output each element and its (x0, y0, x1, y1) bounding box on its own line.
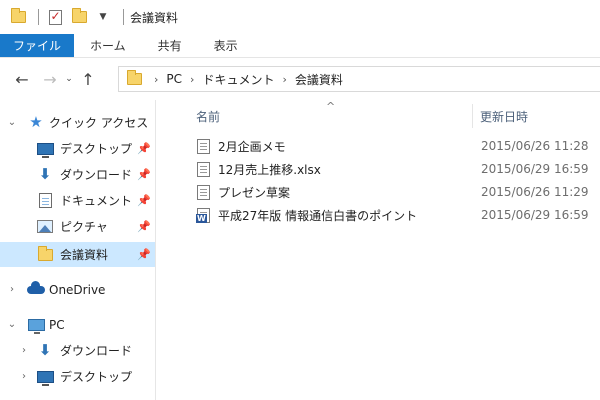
toolbar-separator (38, 9, 39, 25)
sidebar-item-label: ドキュメント (60, 194, 133, 208)
sidebar-item-onedrive[interactable]: › OneDrive (0, 277, 155, 302)
column-divider[interactable] (472, 104, 473, 128)
file-modified-date: 2015/06/29 16:59 (481, 208, 589, 222)
sidebar-item-label: クイック アクセス (49, 116, 149, 130)
file-name: 2月企画メモ (218, 139, 286, 154)
file-modified-date: 2015/06/26 11:29 (481, 185, 589, 199)
file-name: 平成27年版 情報通信白書のポイント (218, 208, 418, 223)
tab-home[interactable]: ホーム (74, 34, 142, 57)
text-file-icon (197, 184, 210, 200)
pin-icon[interactable]: 📌 (137, 168, 151, 181)
chevron-right-icon[interactable]: › (154, 73, 158, 86)
chevron-down-icon[interactable]: ⌄ (6, 319, 18, 330)
breadcrumb-current-folder[interactable]: 会議資料 (295, 71, 343, 88)
navigation-pane: ⌄ ★ クイック アクセス デスクトップ 📌 ⬇ ダウンロード 📌 ドキュメント… (0, 100, 156, 400)
file-row[interactable]: 平成27年版 情報通信白書のポイント 2015/06/29 16:59 (193, 204, 600, 226)
text-file-icon (197, 138, 210, 154)
file-row[interactable]: 2月企画メモ 2015/06/26 11:28 (193, 135, 600, 157)
sidebar-item-pictures[interactable]: ピクチャ 📌 (0, 214, 155, 239)
sidebar-item-label: ダウンロード (60, 344, 133, 358)
chevron-down-icon[interactable]: ⌄ (6, 117, 18, 128)
folder-icon (8, 7, 28, 27)
desktop-icon (36, 369, 54, 386)
sidebar-item-label: ダウンロード (60, 168, 133, 182)
chevron-right-icon[interactable]: › (282, 73, 286, 86)
tab-view[interactable]: 表示 (198, 34, 254, 57)
sidebar-item-pc-downloads[interactable]: › ⬇ ダウンロード (0, 338, 155, 363)
title-bar: ▼ 会議資料 (0, 0, 600, 34)
column-header-modified[interactable]: 更新日時 (480, 108, 528, 125)
ribbon-tabs: ファイル ホーム 共有 表示 (0, 34, 600, 58)
text-file-icon (197, 161, 210, 177)
tab-file[interactable]: ファイル (0, 34, 75, 57)
sidebar-item-label: PC (49, 317, 65, 332)
file-list: ^ 名前 更新日時 2月企画メモ 2015/06/26 11:28 12月売上推… (156, 100, 600, 400)
file-name: 12月売上推移.xlsx (218, 162, 321, 177)
file-modified-date: 2015/06/29 16:59 (481, 162, 589, 176)
pc-icon (27, 317, 45, 334)
sidebar-item-desktop[interactable]: デスクトップ 📌 (0, 136, 155, 161)
window-title: 会議資料 (130, 10, 179, 25)
forward-arrow-icon[interactable]: → (38, 67, 62, 91)
back-arrow-icon[interactable]: ← (10, 67, 34, 91)
tab-share[interactable]: 共有 (142, 34, 198, 57)
navigation-bar: ← → ⌄ ↑ › PC › ドキュメント › 会議資料 (0, 58, 600, 100)
sidebar-item-pc-desktop[interactable]: › デスクトップ (0, 364, 155, 389)
title-separator (123, 9, 124, 25)
sidebar-item-meeting-folder[interactable]: 会議資料 📌 (0, 242, 155, 267)
file-row[interactable]: 12月売上推移.xlsx 2015/06/29 16:59 (193, 158, 600, 180)
download-icon: ⬇ (38, 341, 52, 359)
star-icon: ★ (29, 113, 43, 131)
chevron-right-icon[interactable]: › (18, 345, 30, 356)
chevron-right-icon[interactable]: › (18, 371, 30, 382)
chevron-right-icon[interactable]: › (190, 73, 194, 86)
word-file-icon (196, 207, 210, 223)
file-modified-date: 2015/06/26 11:28 (481, 139, 589, 153)
onedrive-icon (27, 280, 45, 298)
recent-locations-icon[interactable]: ⌄ (62, 67, 76, 91)
address-bar[interactable]: › PC › ドキュメント › 会議資料 (118, 66, 600, 92)
sidebar-item-documents[interactable]: ドキュメント 📌 (0, 188, 155, 213)
pin-icon[interactable]: 📌 (137, 248, 151, 261)
sidebar-item-label: OneDrive (49, 282, 106, 297)
chevron-right-icon[interactable]: › (6, 284, 18, 295)
pin-icon[interactable]: 📌 (137, 142, 151, 155)
file-row[interactable]: プレゼン草案 2015/06/26 11:29 (193, 181, 600, 203)
sort-ascending-icon: ^ (326, 100, 336, 113)
download-icon: ⬇ (38, 165, 52, 183)
up-arrow-icon[interactable]: ↑ (76, 67, 100, 91)
sidebar-item-downloads[interactable]: ⬇ ダウンロード 📌 (0, 162, 155, 187)
sidebar-item-label: ピクチャ (60, 220, 108, 234)
pin-icon[interactable]: 📌 (137, 194, 151, 207)
pin-icon[interactable]: 📌 (137, 220, 151, 233)
folder-icon (127, 70, 142, 85)
breadcrumb-documents[interactable]: ドキュメント (202, 71, 274, 88)
properties-icon[interactable] (45, 7, 65, 27)
sidebar-item-quick-access[interactable]: ⌄ ★ クイック アクセス (0, 110, 155, 135)
file-name: プレゼン草案 (218, 185, 291, 200)
breadcrumb-pc[interactable]: PC (166, 72, 182, 86)
customize-quick-access-icon[interactable]: ▼ (93, 7, 113, 27)
pictures-icon (36, 219, 54, 235)
folder-icon (36, 245, 54, 263)
column-header-name[interactable]: 名前 (196, 108, 220, 125)
sidebar-item-label: デスクトップ (60, 142, 133, 156)
sidebar-item-pc[interactable]: ⌄ PC (0, 312, 155, 337)
sidebar-item-label: 会議資料 (60, 248, 109, 262)
new-folder-icon[interactable] (69, 7, 89, 27)
documents-icon (36, 193, 54, 209)
desktop-icon (36, 141, 54, 158)
sidebar-item-label: デスクトップ (60, 370, 133, 384)
